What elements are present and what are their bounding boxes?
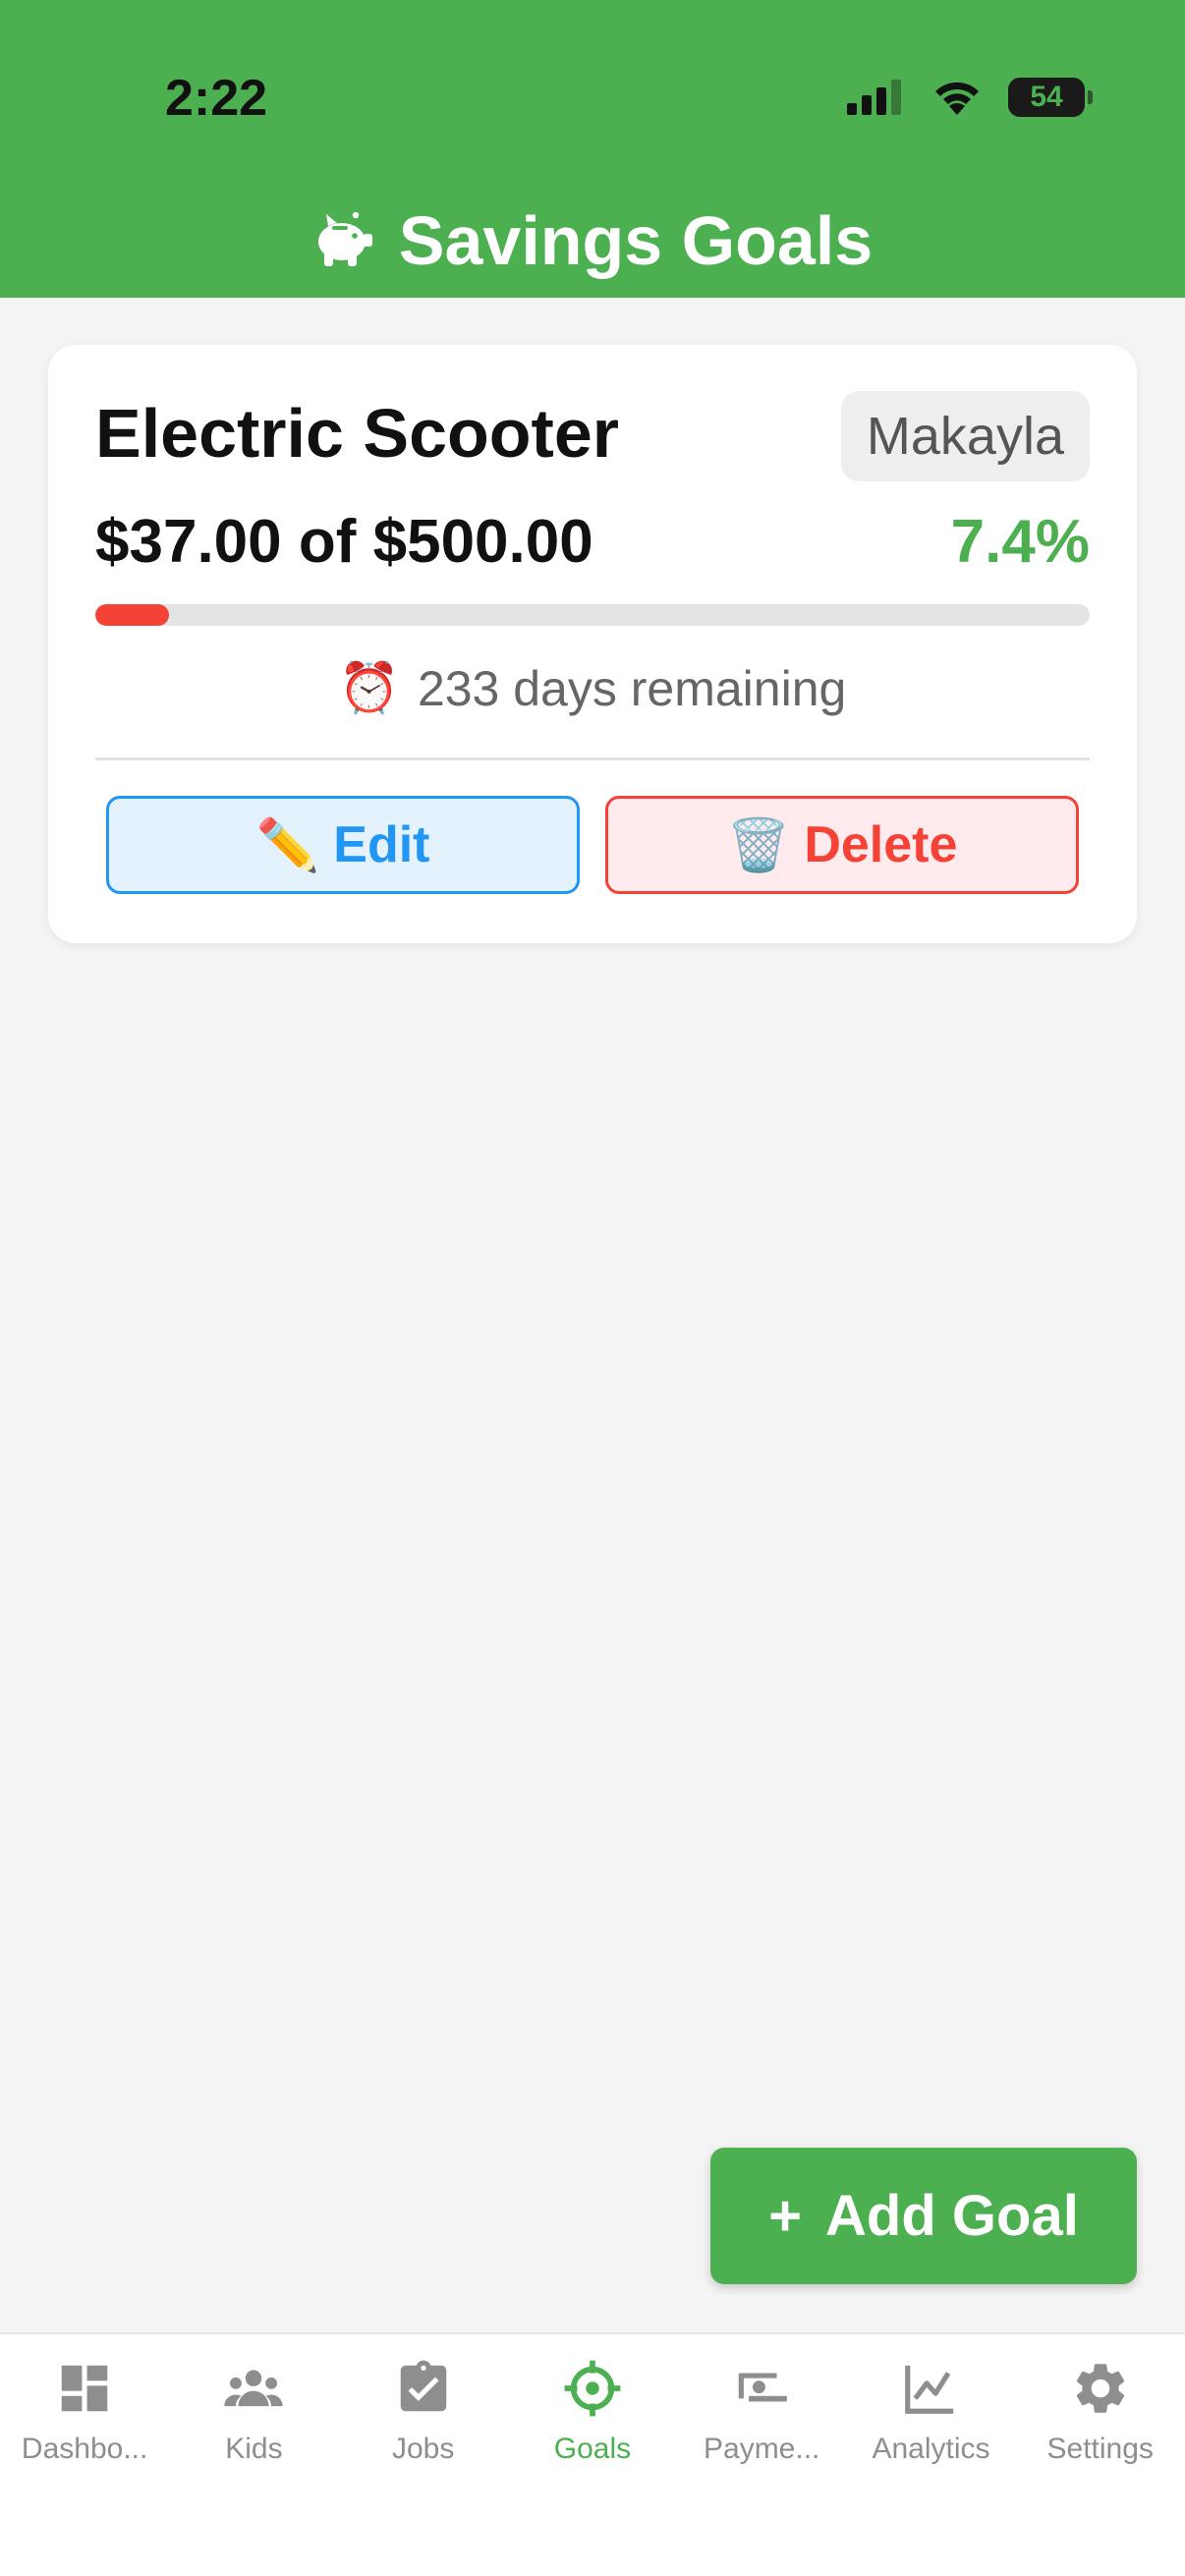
gear-icon: [1076, 2364, 1124, 2413]
days-remaining: ⏰ 233 days remaining: [48, 659, 1137, 717]
pencil-icon: ✏️: [255, 816, 320, 874]
battery-icon: 54: [1008, 78, 1093, 117]
kid-badge: Makayla: [840, 391, 1090, 481]
tab-label: Dashbo...: [21, 2433, 148, 2465]
payment-icon: [738, 2373, 788, 2402]
tab-settings[interactable]: Settings: [1016, 2334, 1185, 2576]
plus-icon: +: [768, 2184, 803, 2248]
people-icon: [224, 2370, 284, 2407]
tab-label: Kids: [225, 2433, 283, 2465]
chart-line-icon: [905, 2365, 954, 2414]
bottom-tab-bar: Dashbo... Kids Jobs Goals Payme... Analy…: [0, 2332, 1185, 2576]
status-icons: 54: [847, 75, 1093, 120]
delete-button[interactable]: 🗑️ Delete: [605, 796, 1079, 894]
card-divider: [95, 757, 1090, 760]
tab-label: Analytics: [872, 2433, 990, 2465]
delete-label: Delete: [804, 816, 958, 873]
goal-card: Electric Scooter Makayla $37.00 of $500.…: [48, 345, 1137, 943]
status-time: 2:22: [165, 70, 268, 127]
tab-label: Payme...: [704, 2433, 820, 2465]
target-icon: [564, 2360, 621, 2417]
app-header: 2:22 54 Savings Goals: [0, 0, 1185, 298]
alarm-clock-icon: ⏰: [338, 660, 400, 715]
wifi-icon: [935, 82, 979, 115]
tab-label: Jobs: [391, 2433, 455, 2465]
piggy-bank-icon: [317, 212, 372, 266]
add-goal-button[interactable]: + Add Goal: [710, 2148, 1137, 2284]
edit-button[interactable]: ✏️ Edit: [106, 796, 580, 894]
clipboard-check-icon: [400, 2360, 446, 2412]
tab-payments[interactable]: Payme...: [677, 2334, 846, 2576]
goal-amount: $37.00 of $500.00: [95, 508, 593, 576]
tab-dashboard[interactable]: Dashbo...: [0, 2334, 169, 2576]
days-remaining-text: 233 days remaining: [417, 660, 847, 716]
add-goal-label: Add Goal: [825, 2184, 1079, 2248]
trash-icon: 🗑️: [726, 816, 791, 874]
dashboard-icon: [61, 2365, 108, 2412]
signal-icon: [847, 80, 901, 115]
tab-goals[interactable]: Goals: [508, 2334, 677, 2576]
tab-kids[interactable]: Kids: [169, 2334, 338, 2576]
page-title-row: Savings Goals: [0, 201, 1185, 280]
progress-fill: [95, 604, 169, 626]
edit-label: Edit: [333, 816, 430, 873]
tab-jobs[interactable]: Jobs: [339, 2334, 508, 2576]
goal-name: Electric Scooter: [95, 395, 619, 472]
progress-bar: [95, 604, 1090, 626]
tab-label: Goals: [553, 2433, 632, 2465]
page-title: Savings Goals: [398, 202, 874, 279]
goal-percent: 7.4%: [950, 508, 1090, 576]
tab-label: Settings: [1046, 2433, 1154, 2465]
tab-analytics[interactable]: Analytics: [846, 2334, 1015, 2576]
